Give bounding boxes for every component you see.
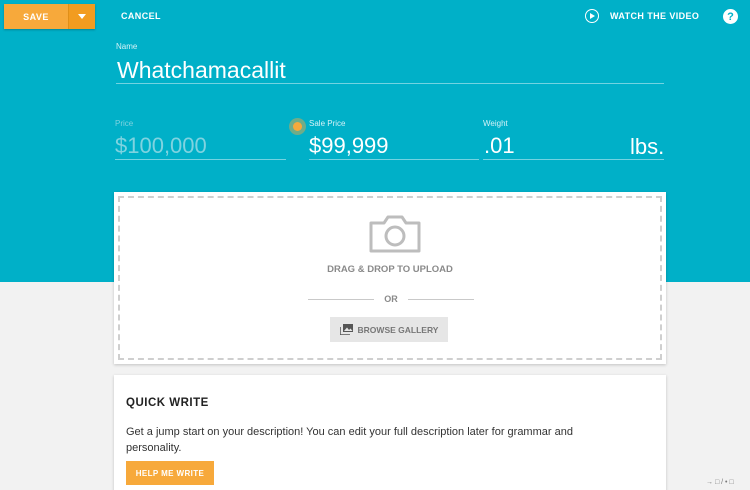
watch-video-link[interactable]: WATCH THE VIDEO	[585, 9, 699, 23]
sale-price-underline	[309, 159, 479, 160]
play-icon	[585, 9, 599, 23]
save-options-button[interactable]	[68, 4, 95, 29]
cancel-button[interactable]: CANCEL	[121, 11, 161, 21]
quick-write-description: Get a jump start on your description! Yo…	[126, 426, 573, 454]
or-divider: OR	[308, 294, 474, 304]
price-underline	[115, 159, 286, 160]
or-text: OR	[384, 294, 398, 304]
watch-video-label: WATCH THE VIDEO	[610, 11, 700, 21]
price-label: Price	[115, 119, 134, 128]
divider-line	[308, 298, 375, 300]
browse-gallery-label: BROWSE GALLERY	[357, 324, 439, 335]
chevron-down-icon	[78, 14, 86, 19]
save-split-button: SAVE	[4, 4, 95, 29]
help-me-write-button[interactable]: HELP ME WRITE	[126, 461, 214, 485]
drag-drop-text: DRAG & DROP TO UPLOAD	[327, 264, 453, 275]
quick-write-card: QUICK WRITE Get a jump start on your des…	[114, 375, 666, 490]
watermark: → □ / • □	[706, 479, 734, 486]
name-underline	[116, 83, 664, 84]
focus-indicator-icon	[289, 118, 306, 135]
quick-write-title: QUICK WRITE	[126, 397, 209, 409]
name-label: Name	[116, 42, 138, 51]
upload-dropzone[interactable]: DRAG & DROP TO UPLOAD OR BROWSE GALLERY	[118, 196, 662, 360]
sale-price-label: Sale Price	[309, 119, 346, 128]
divider-line	[407, 298, 474, 300]
weight-unit: lbs.	[630, 134, 665, 159]
browse-gallery-button[interactable]: BROWSE GALLERY	[330, 317, 448, 342]
name-input[interactable]: Whatchamacallit	[117, 57, 286, 84]
weight-label: Weight	[483, 119, 508, 128]
upload-card: DRAG & DROP TO UPLOAD OR BROWSE GALLERY	[114, 192, 666, 364]
help-icon[interactable]: ?	[723, 9, 738, 24]
save-button[interactable]: SAVE	[4, 4, 68, 29]
price-input[interactable]: $100,000	[115, 133, 207, 159]
gallery-icon	[339, 324, 353, 335]
weight-input[interactable]: .01	[484, 133, 515, 159]
sale-price-input[interactable]: $99,999	[309, 133, 389, 159]
camera-icon	[369, 215, 421, 253]
weight-underline	[483, 159, 664, 160]
